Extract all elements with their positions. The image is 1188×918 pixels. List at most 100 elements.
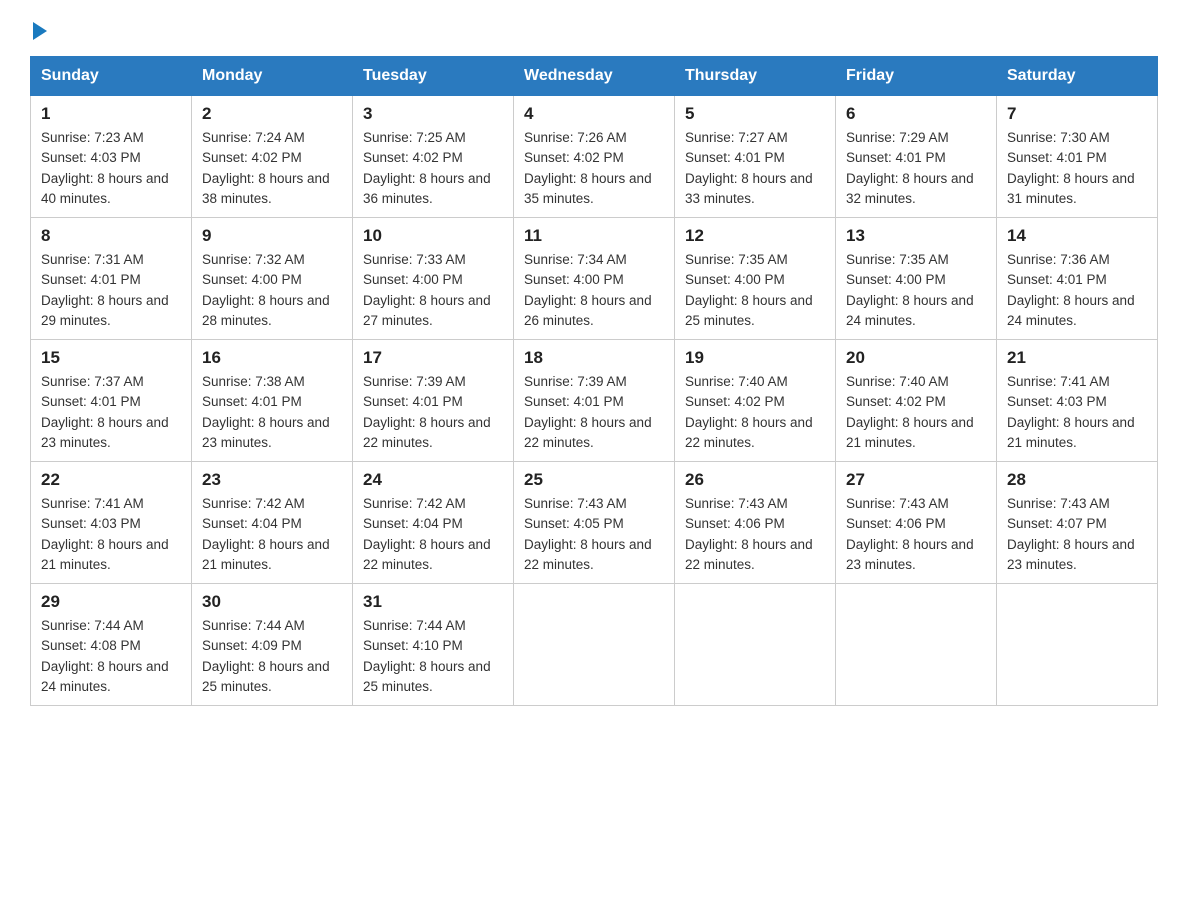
calendar-cell: 31 Sunrise: 7:44 AMSunset: 4:10 PMDayligh… (353, 584, 514, 706)
day-detail: Sunrise: 7:35 AMSunset: 4:00 PMDaylight:… (685, 252, 813, 328)
calendar-cell: 10Sunrise: 7:33 AMSunset: 4:00 PMDayligh… (353, 218, 514, 340)
day-detail: Sunrise: 7:44 AMSunset: 4:09 PMDaylight:… (202, 618, 330, 694)
day-number: 4 (524, 104, 664, 124)
day-number: 8 (41, 226, 181, 246)
calendar-cell: 14 Sunrise: 7:36 AMSunset: 4:01 PMDayligh… (997, 218, 1158, 340)
logo-arrow-icon (33, 20, 51, 46)
calendar-week-1: 1 Sunrise: 7:23 AMSunset: 4:03 PMDaylight… (31, 96, 1158, 218)
calendar-cell: 15Sunrise: 7:37 AMSunset: 4:01 PMDayligh… (31, 340, 192, 462)
day-detail: Sunrise: 7:42 AMSunset: 4:04 PMDaylight:… (363, 496, 491, 572)
day-detail: Sunrise: 7:35 AMSunset: 4:00 PMDaylight:… (846, 252, 974, 328)
calendar-week-4: 22Sunrise: 7:41 AMSunset: 4:03 PMDayligh… (31, 462, 1158, 584)
page-header (30, 20, 1158, 46)
day-detail: Sunrise: 7:42 AMSunset: 4:04 PMDaylight:… (202, 496, 330, 572)
calendar-week-2: 8 Sunrise: 7:31 AMSunset: 4:01 PMDaylight… (31, 218, 1158, 340)
day-number: 18 (524, 348, 664, 368)
calendar-cell: 3 Sunrise: 7:25 AMSunset: 4:02 PMDaylight… (353, 96, 514, 218)
calendar-cell: 19 Sunrise: 7:40 AMSunset: 4:02 PMDayligh… (675, 340, 836, 462)
day-detail: Sunrise: 7:44 AMSunset: 4:08 PMDaylight:… (41, 618, 169, 694)
day-number: 17 (363, 348, 503, 368)
day-detail: Sunrise: 7:24 AMSunset: 4:02 PMDaylight:… (202, 130, 330, 206)
day-number: 25 (524, 470, 664, 490)
calendar-cell: 11 Sunrise: 7:34 AMSunset: 4:00 PMDayligh… (514, 218, 675, 340)
day-detail: Sunrise: 7:43 AMSunset: 4:06 PMDaylight:… (685, 496, 813, 572)
day-header-wednesday: Wednesday (514, 57, 675, 96)
day-detail: Sunrise: 7:43 AMSunset: 4:07 PMDaylight:… (1007, 496, 1135, 572)
day-header-thursday: Thursday (675, 57, 836, 96)
day-number: 1 (41, 104, 181, 124)
day-number: 29 (41, 592, 181, 612)
day-detail: Sunrise: 7:39 AMSunset: 4:01 PMDaylight:… (363, 374, 491, 450)
day-number: 9 (202, 226, 342, 246)
calendar-cell: 16 Sunrise: 7:38 AMSunset: 4:01 PMDayligh… (192, 340, 353, 462)
calendar-cell: 9 Sunrise: 7:32 AMSunset: 4:00 PMDaylight… (192, 218, 353, 340)
day-header-saturday: Saturday (997, 57, 1158, 96)
day-number: 31 (363, 592, 503, 612)
day-detail: Sunrise: 7:26 AMSunset: 4:02 PMDaylight:… (524, 130, 652, 206)
day-detail: Sunrise: 7:43 AMSunset: 4:05 PMDaylight:… (524, 496, 652, 572)
day-detail: Sunrise: 7:31 AMSunset: 4:01 PMDaylight:… (41, 252, 169, 328)
calendar-cell (997, 584, 1158, 706)
day-detail: Sunrise: 7:43 AMSunset: 4:06 PMDaylight:… (846, 496, 974, 572)
day-number: 30 (202, 592, 342, 612)
calendar-cell (675, 584, 836, 706)
calendar-week-5: 29 Sunrise: 7:44 AMSunset: 4:08 PMDayligh… (31, 584, 1158, 706)
day-detail: Sunrise: 7:36 AMSunset: 4:01 PMDaylight:… (1007, 252, 1135, 328)
calendar-cell: 6Sunrise: 7:29 AMSunset: 4:01 PMDaylight… (836, 96, 997, 218)
day-header-monday: Monday (192, 57, 353, 96)
day-number: 16 (202, 348, 342, 368)
calendar-cell: 5 Sunrise: 7:27 AMSunset: 4:01 PMDaylight… (675, 96, 836, 218)
calendar-cell: 25 Sunrise: 7:43 AMSunset: 4:05 PMDayligh… (514, 462, 675, 584)
calendar-cell: 20Sunrise: 7:40 AMSunset: 4:02 PMDayligh… (836, 340, 997, 462)
day-detail: Sunrise: 7:38 AMSunset: 4:01 PMDaylight:… (202, 374, 330, 450)
calendar-cell: 1 Sunrise: 7:23 AMSunset: 4:03 PMDaylight… (31, 96, 192, 218)
day-detail: Sunrise: 7:25 AMSunset: 4:02 PMDaylight:… (363, 130, 491, 206)
calendar-cell: 22Sunrise: 7:41 AMSunset: 4:03 PMDayligh… (31, 462, 192, 584)
day-detail: Sunrise: 7:40 AMSunset: 4:02 PMDaylight:… (846, 374, 974, 450)
day-detail: Sunrise: 7:41 AMSunset: 4:03 PMDaylight:… (1007, 374, 1135, 450)
calendar-cell: 29 Sunrise: 7:44 AMSunset: 4:08 PMDayligh… (31, 584, 192, 706)
header-row: SundayMondayTuesdayWednesdayThursdayFrid… (31, 57, 1158, 96)
day-number: 19 (685, 348, 825, 368)
day-header-tuesday: Tuesday (353, 57, 514, 96)
day-header-friday: Friday (836, 57, 997, 96)
calendar-cell (514, 584, 675, 706)
day-detail: Sunrise: 7:32 AMSunset: 4:00 PMDaylight:… (202, 252, 330, 328)
day-number: 13 (846, 226, 986, 246)
calendar-cell: 17 Sunrise: 7:39 AMSunset: 4:01 PMDayligh… (353, 340, 514, 462)
day-number: 26 (685, 470, 825, 490)
day-detail: Sunrise: 7:33 AMSunset: 4:00 PMDaylight:… (363, 252, 491, 328)
day-detail: Sunrise: 7:23 AMSunset: 4:03 PMDaylight:… (41, 130, 169, 206)
day-detail: Sunrise: 7:34 AMSunset: 4:00 PMDaylight:… (524, 252, 652, 328)
day-number: 12 (685, 226, 825, 246)
day-number: 5 (685, 104, 825, 124)
calendar-cell: 28 Sunrise: 7:43 AMSunset: 4:07 PMDayligh… (997, 462, 1158, 584)
day-detail: Sunrise: 7:40 AMSunset: 4:02 PMDaylight:… (685, 374, 813, 450)
day-number: 23 (202, 470, 342, 490)
day-detail: Sunrise: 7:30 AMSunset: 4:01 PMDaylight:… (1007, 130, 1135, 206)
calendar-table: SundayMondayTuesdayWednesdayThursdayFrid… (30, 56, 1158, 706)
day-number: 11 (524, 226, 664, 246)
calendar-cell: 21Sunrise: 7:41 AMSunset: 4:03 PMDayligh… (997, 340, 1158, 462)
calendar-cell: 4 Sunrise: 7:26 AMSunset: 4:02 PMDaylight… (514, 96, 675, 218)
calendar-cell: 18Sunrise: 7:39 AMSunset: 4:01 PMDayligh… (514, 340, 675, 462)
day-number: 7 (1007, 104, 1147, 124)
calendar-cell: 27 Sunrise: 7:43 AMSunset: 4:06 PMDayligh… (836, 462, 997, 584)
calendar-cell: 12 Sunrise: 7:35 AMSunset: 4:00 PMDayligh… (675, 218, 836, 340)
day-detail: Sunrise: 7:27 AMSunset: 4:01 PMDaylight:… (685, 130, 813, 206)
calendar-cell (836, 584, 997, 706)
day-number: 22 (41, 470, 181, 490)
calendar-cell: 30 Sunrise: 7:44 AMSunset: 4:09 PMDayligh… (192, 584, 353, 706)
day-number: 28 (1007, 470, 1147, 490)
calendar-cell: 7 Sunrise: 7:30 AMSunset: 4:01 PMDaylight… (997, 96, 1158, 218)
calendar-cell: 13 Sunrise: 7:35 AMSunset: 4:00 PMDayligh… (836, 218, 997, 340)
day-number: 27 (846, 470, 986, 490)
day-number: 2 (202, 104, 342, 124)
calendar-cell: 26 Sunrise: 7:43 AMSunset: 4:06 PMDayligh… (675, 462, 836, 584)
day-number: 14 (1007, 226, 1147, 246)
day-number: 6 (846, 104, 986, 124)
day-number: 3 (363, 104, 503, 124)
calendar-week-3: 15Sunrise: 7:37 AMSunset: 4:01 PMDayligh… (31, 340, 1158, 462)
day-header-sunday: Sunday (31, 57, 192, 96)
day-detail: Sunrise: 7:44 AMSunset: 4:10 PMDaylight:… (363, 618, 491, 694)
